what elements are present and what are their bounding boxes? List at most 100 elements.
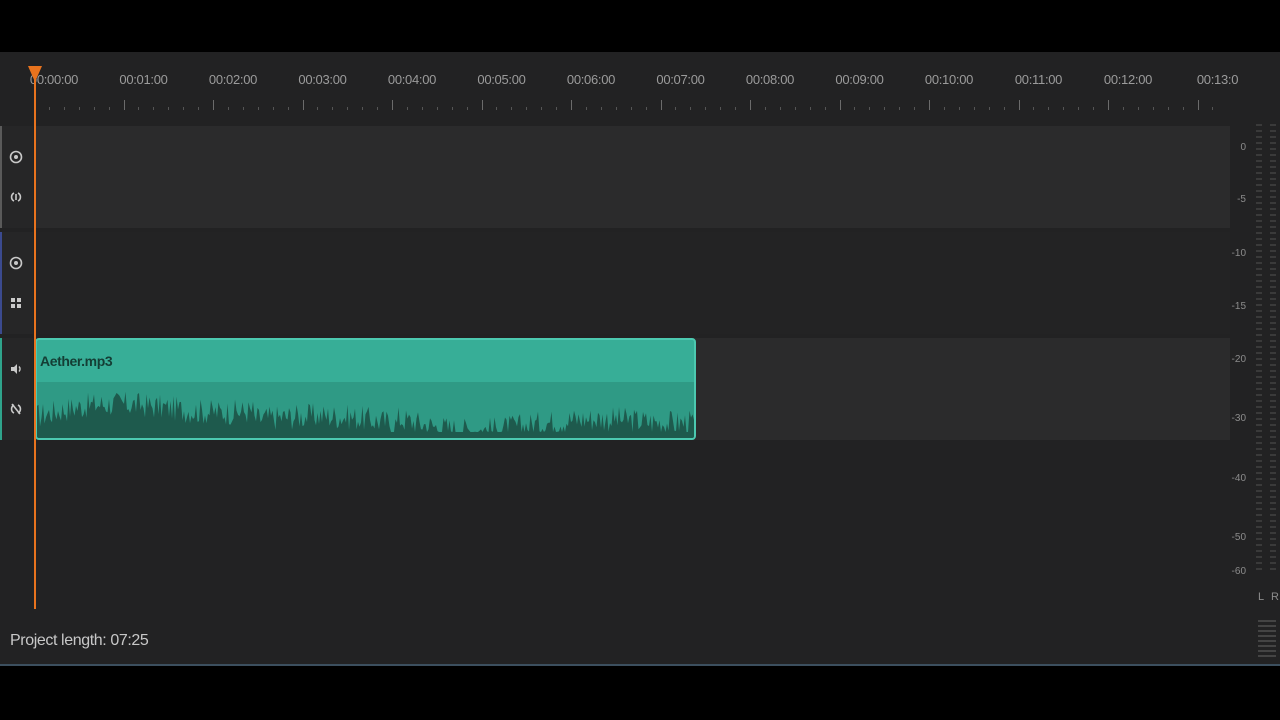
ruler-minor-tick: [1137, 107, 1139, 110]
ruler-minor-tick: [630, 107, 632, 110]
ruler-minor-tick: [168, 107, 170, 110]
ruler-minor-tick: [466, 107, 468, 110]
visibility-icon[interactable]: [8, 149, 24, 165]
time-ruler[interactable]: 00:00:00 00:01:00 00:02:00 00:03:00 00:04:00…: [0, 52, 1238, 124]
ruler-minor-tick: [257, 107, 259, 110]
speaker-icon[interactable]: [8, 361, 24, 377]
link-icon[interactable]: [8, 189, 24, 205]
audio-clip[interactable]: Aether.mp3: [35, 338, 696, 440]
ruler-minor-tick: [585, 107, 587, 110]
ruler-tick-label: 00:13:0: [1196, 72, 1239, 87]
ruler-major-tick: [213, 100, 214, 110]
track-effects: [0, 232, 1230, 334]
ruler-major-tick: [1108, 100, 1109, 110]
ruler-tick-label: 00:05:00: [477, 72, 526, 87]
ruler-minor-tick: [1212, 107, 1214, 110]
ruler-minor-tick: [600, 107, 602, 110]
ruler-minor-tick: [496, 107, 498, 110]
ruler-minor-tick: [690, 107, 692, 110]
ruler-minor-tick: [511, 107, 513, 110]
ruler-minor-tick: [943, 107, 945, 110]
ruler-minor-tick: [78, 107, 80, 110]
ruler-minor-tick: [1078, 107, 1080, 110]
ruler-minor-tick: [794, 107, 796, 110]
ruler-minor-tick: [824, 107, 826, 110]
ruler-tick-label: 00:10:00: [924, 72, 974, 87]
track-header-audio: [0, 338, 33, 440]
ruler-tick-label: 00:09:00: [835, 72, 884, 87]
ruler-minor-tick: [63, 107, 65, 110]
clip-waveform: [37, 391, 694, 438]
effects-icon[interactable]: [8, 295, 24, 311]
track-header-video: [0, 126, 33, 228]
ruler-minor-tick: [809, 107, 811, 110]
ruler-minor-tick: [108, 107, 110, 110]
ruler-minor-tick: [1167, 107, 1169, 110]
ruler-major-tick: [392, 100, 393, 110]
ruler-minor-tick: [988, 107, 990, 110]
ruler-minor-tick: [242, 107, 244, 110]
meter-channel-segments: [1259, 124, 1262, 574]
ruler-minor-tick: [406, 107, 408, 110]
visibility-icon[interactable]: [8, 255, 24, 271]
ruler-major-tick: [660, 100, 662, 110]
ruler-minor-tick: [899, 107, 901, 110]
ruler-minor-tick: [973, 107, 975, 110]
ruler-minor-tick: [93, 107, 95, 110]
ruler-major-tick: [1197, 100, 1199, 110]
playhead-line[interactable]: [34, 74, 36, 609]
ruler-minor-tick: [914, 107, 916, 110]
clip-name: Aether.mp3: [40, 353, 113, 369]
track-accent: [0, 232, 2, 334]
ruler-minor-tick: [1122, 107, 1124, 110]
ruler-minor-tick: [332, 107, 334, 110]
track-accent: [0, 338, 2, 440]
meter-resize-grip[interactable]: [1258, 620, 1276, 658]
ruler-minor-tick: [48, 107, 50, 110]
ruler-major-tick: [123, 100, 125, 110]
ruler-minor-tick: [451, 107, 453, 110]
ruler-tick-label: 00:03:00: [298, 72, 347, 87]
ruler-minor-tick: [764, 107, 766, 110]
ruler-minor-tick: [705, 107, 707, 110]
ruler-minor-tick: [1033, 107, 1035, 110]
track-lane-video[interactable]: [35, 126, 1230, 228]
playhead-handle[interactable]: [28, 66, 42, 82]
ruler-tick-label: 00:06:00: [566, 72, 616, 87]
ruler-minor-tick: [317, 107, 319, 110]
panel-bottom-border: [0, 664, 1280, 666]
meter-db-label: -60: [1231, 566, 1246, 577]
track-header-effects: [0, 232, 33, 334]
ruler-minor-tick: [854, 107, 856, 110]
meter-db-label: -40: [1231, 473, 1246, 484]
ruler-major-tick: [571, 100, 572, 110]
ruler-major-tick: [839, 100, 841, 110]
meter-db-label: -15: [1231, 301, 1246, 312]
meter-db-label: -30: [1231, 413, 1246, 424]
meter-channel-segments: [1273, 124, 1276, 574]
track-accent: [0, 126, 2, 228]
meter-db-label: -10: [1231, 248, 1246, 259]
meter-db-label: -5: [1237, 194, 1246, 205]
ruler-minor-tick: [1152, 107, 1154, 110]
ruler-minor-tick: [779, 107, 781, 110]
ruler-minor-tick: [1048, 107, 1050, 110]
track-lane-effects[interactable]: [35, 232, 1230, 334]
ruler-minor-tick: [1182, 107, 1184, 110]
ruler-minor-tick: [720, 107, 722, 110]
meter-db-label: -20: [1231, 354, 1246, 365]
unlink-icon[interactable]: [8, 401, 24, 417]
ruler-minor-tick: [227, 107, 229, 110]
project-length: Project length: 07:25: [10, 632, 149, 649]
ruler-major-tick: [929, 100, 930, 110]
meter-db-label: -50: [1231, 532, 1246, 543]
ruler-major-tick: [1018, 100, 1020, 110]
ruler-minor-tick: [958, 107, 960, 110]
ruler-minor-tick: [362, 107, 364, 110]
ruler-minor-tick: [884, 107, 886, 110]
ruler-minor-tick: [1003, 107, 1005, 110]
ruler-minor-tick: [541, 107, 543, 110]
ruler-minor-tick: [198, 107, 200, 110]
track-video: [0, 126, 1230, 228]
meter-left-label: L: [1258, 591, 1265, 603]
